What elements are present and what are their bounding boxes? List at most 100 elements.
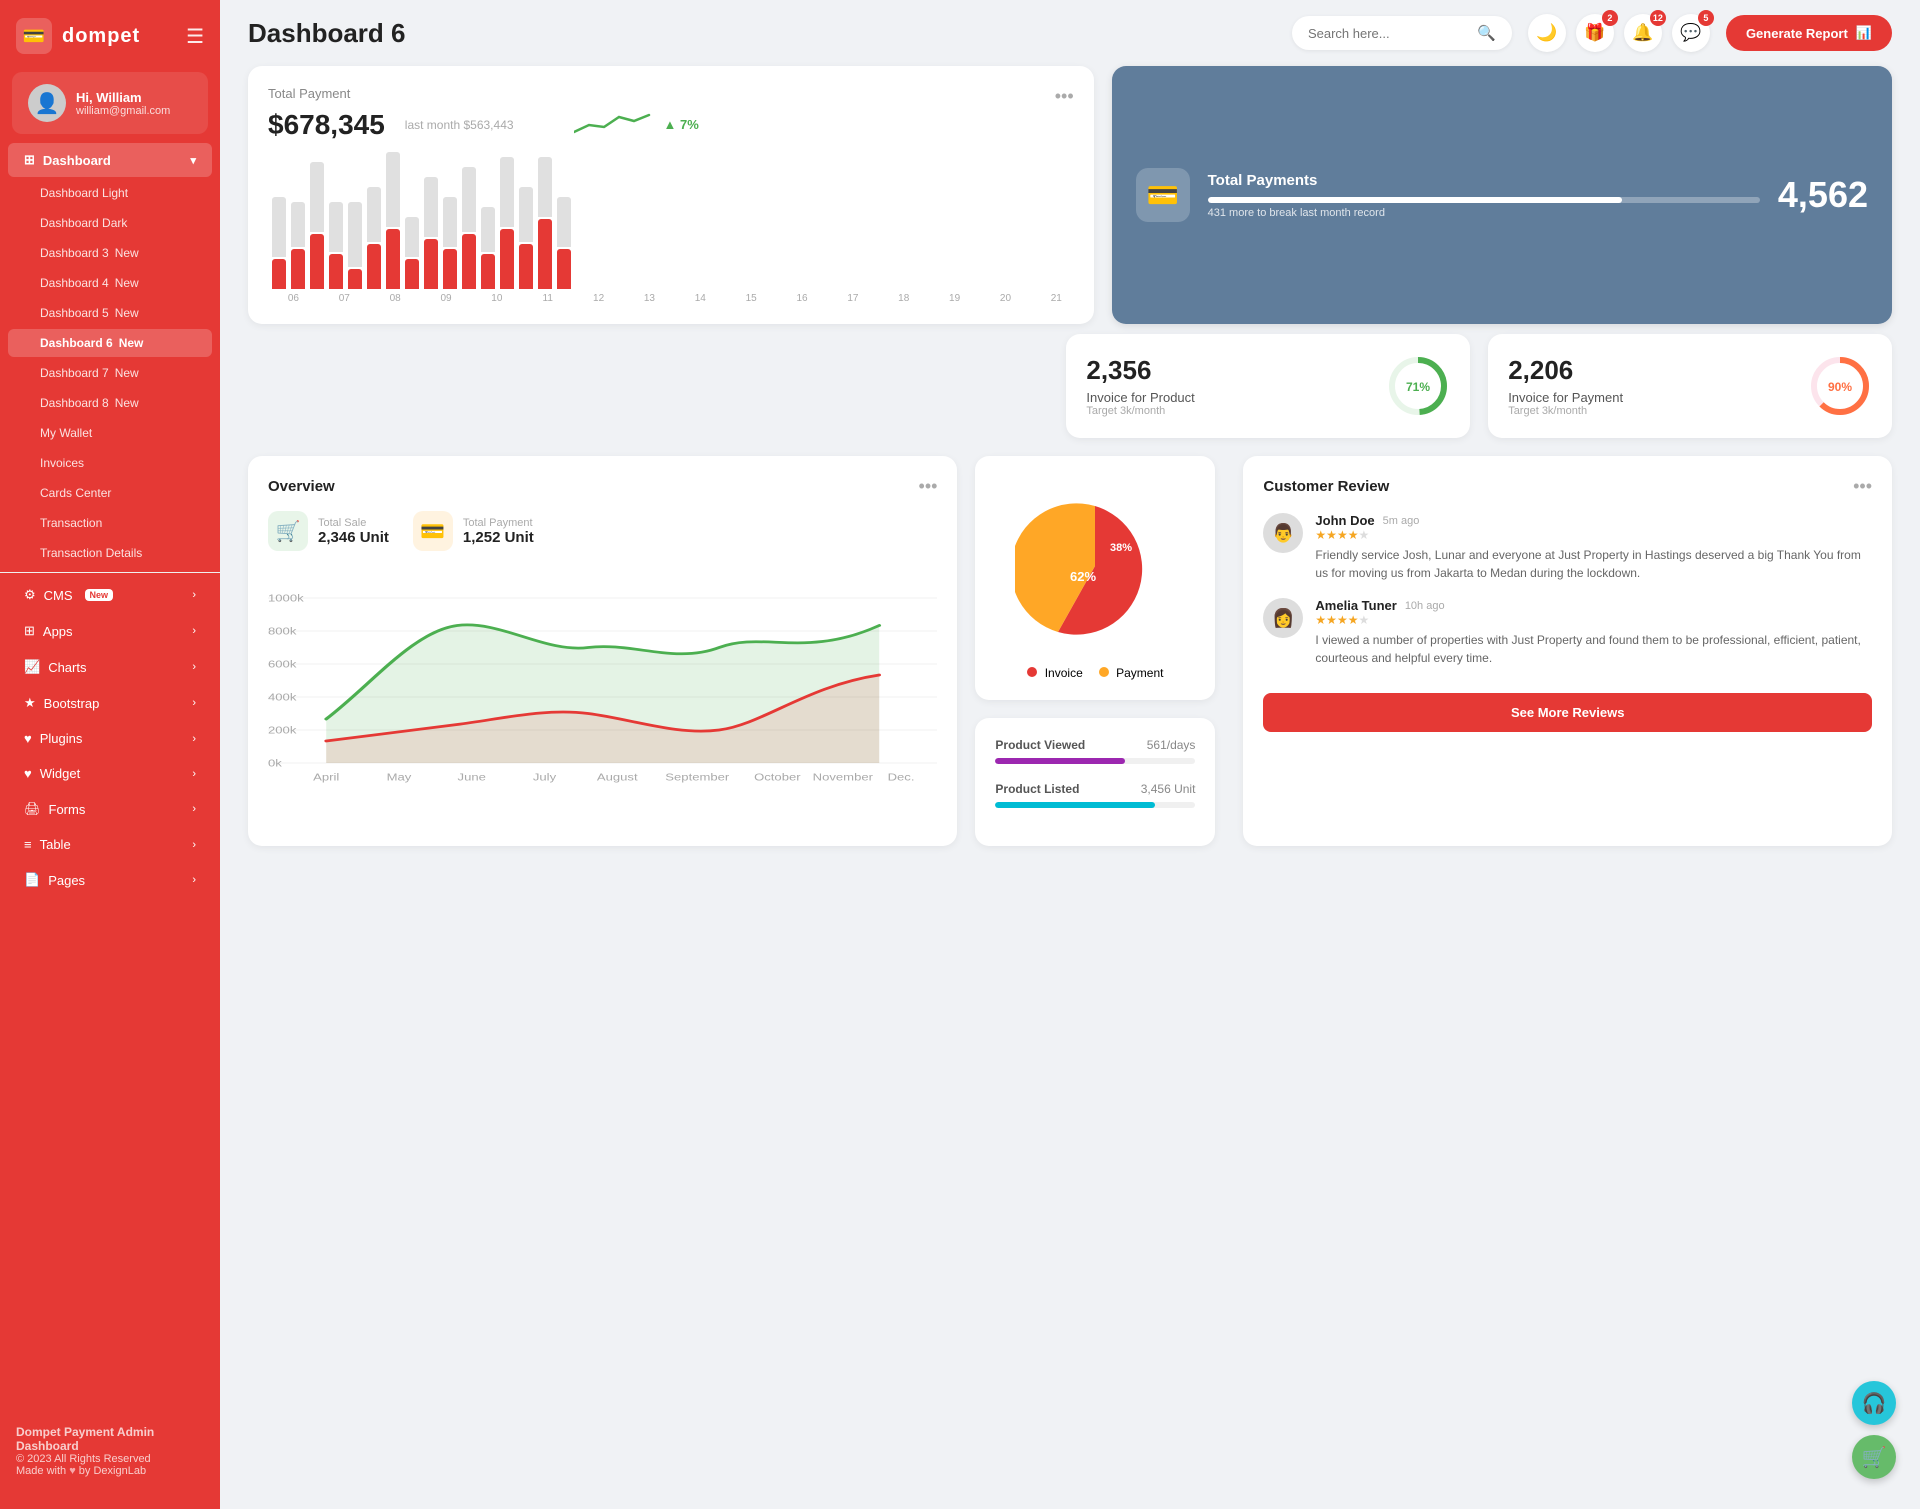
total-payment-sub: last month $563,443 (405, 118, 514, 132)
row-invoices: 2,356 Invoice for Product Target 3k/mont… (248, 334, 1892, 438)
sidebar-item-label: Dashboard Dark (40, 216, 127, 230)
sidebar-item-apps[interactable]: ⊞ Apps › (8, 614, 212, 648)
chevron-right-icon: › (192, 589, 196, 601)
message-button[interactable]: 💬 5 (1672, 14, 1710, 52)
sidebar-item-bootstrap[interactable]: ★ Bootstrap › (8, 686, 212, 720)
sidebar-item-invoices[interactable]: Invoices (8, 449, 212, 477)
sidebar-item-table[interactable]: ≡ Table › (8, 828, 212, 861)
sidebar-item-transaction-details[interactable]: Transaction Details (8, 539, 212, 567)
reviewer-avatar-1: 👨 (1263, 513, 1303, 553)
more-options-icon[interactable]: ••• (1055, 86, 1074, 107)
chevron-right-icon: › (192, 803, 196, 815)
hamburger-icon[interactable]: ☰ (186, 24, 204, 49)
invoice-product-label: Invoice for Product (1086, 390, 1370, 405)
support-fab[interactable]: 🎧 (1852, 1381, 1896, 1425)
search-bar[interactable]: 🔍 (1292, 16, 1512, 50)
see-more-reviews-button[interactable]: See More Reviews (1263, 693, 1872, 732)
sidebar-item-cms[interactable]: ⚙ CMS New › (8, 578, 212, 612)
review-content-2: Amelia Tuner 10h ago ★★★★★ I viewed a nu… (1315, 598, 1872, 667)
red-bar (386, 229, 400, 289)
svg-text:200k: 200k (268, 725, 297, 736)
dashboard-icon: ⊞ (24, 152, 35, 168)
bar-group (481, 207, 495, 289)
bar-group (386, 152, 400, 289)
sidebar-item-dashboard-3[interactable]: Dashboard 3 New (8, 239, 212, 267)
sidebar-item-dashboard-7[interactable]: Dashboard 7 New (8, 359, 212, 387)
payment-legend: Payment (1099, 666, 1164, 680)
chevron-right-icon: › (192, 625, 196, 637)
sidebar-item-dashboard-dark[interactable]: Dashboard Dark (8, 209, 212, 237)
sidebar-item-plugins[interactable]: ♥ Plugins › (8, 722, 212, 755)
sidebar-item-dashboard-5[interactable]: Dashboard 5 New (8, 299, 212, 327)
svg-text:November: November (813, 772, 873, 783)
gray-bar (291, 202, 305, 247)
red-bar (538, 219, 552, 289)
sidebar-item-dashboard-6[interactable]: Dashboard 6 New (8, 329, 212, 357)
sidebar-item-my-wallet[interactable]: My Wallet (8, 419, 212, 447)
gray-bar (500, 157, 514, 227)
chart-label: 10 (479, 293, 514, 304)
sidebar-item-cards-center[interactable]: Cards Center (8, 479, 212, 507)
user-profile[interactable]: 👤 Hi, William william@gmail.com (12, 72, 208, 134)
invoice-legend-dot (1027, 667, 1037, 677)
sidebar-item-label: Bootstrap (44, 696, 100, 711)
bar-group (272, 197, 286, 289)
sidebar-item-label: Dashboard 6 (40, 336, 113, 350)
bar-group (329, 202, 343, 289)
sidebar-item-label: Widget (40, 766, 80, 781)
sidebar-item-dashboard-4[interactable]: Dashboard 4 New (8, 269, 212, 297)
bar-group (424, 177, 438, 289)
new-badge: New (115, 276, 139, 290)
product-viewed-value: 561/days (1147, 738, 1196, 752)
bar-group (500, 157, 514, 289)
red-bar (519, 244, 533, 289)
overview-more-icon[interactable]: ••• (919, 476, 938, 497)
logo-icon: 💳 (16, 18, 52, 54)
gray-bar (329, 202, 343, 252)
sidebar-item-dashboard-8[interactable]: Dashboard 8 New (8, 389, 212, 417)
gray-bar (481, 207, 495, 252)
red-bar (329, 254, 343, 289)
sidebar-item-forms[interactable]: 🖨 Forms › (8, 792, 212, 826)
sidebar-item-transaction[interactable]: Transaction (8, 509, 212, 537)
sidebar-item-pages[interactable]: 📄 Pages › (8, 863, 212, 897)
dark-mode-button[interactable]: 🌙 (1528, 14, 1566, 52)
new-badge: New (119, 336, 144, 350)
bell-button[interactable]: 🔔 12 (1624, 14, 1662, 52)
blue-card-title: Total Payments (1208, 172, 1760, 189)
review-text-2: I viewed a number of properties with Jus… (1315, 631, 1872, 667)
sidebar-logo: 💳 dompet ☰ (0, 0, 220, 72)
red-bar (557, 249, 571, 289)
sidebar-item-charts[interactable]: 📈 Charts › (8, 650, 212, 684)
fab-container: 🎧 🛒 (1852, 1381, 1896, 1479)
sidebar-item-widget[interactable]: ♥ Widget › (8, 757, 212, 790)
sidebar-item-dashboard-light[interactable]: Dashboard Light (8, 179, 212, 207)
invoice-product-card: 2,356 Invoice for Product Target 3k/mont… (1066, 334, 1470, 438)
reviewer-stars-1: ★★★★★ (1315, 528, 1872, 542)
generate-report-button[interactable]: Generate Report 📊 (1726, 15, 1892, 51)
gift-button[interactable]: 🎁 2 (1576, 14, 1614, 52)
footer-copyright: © 2023 All Rights Reserved (16, 1453, 204, 1465)
sidebar: 💳 dompet ☰ 👤 Hi, William william@gmail.c… (0, 0, 220, 1509)
gray-bar (519, 187, 533, 242)
svg-text:400k: 400k (268, 692, 297, 703)
review-more-icon[interactable]: ••• (1853, 476, 1872, 497)
avatar: 👤 (28, 84, 66, 122)
moon-icon: 🌙 (1536, 23, 1557, 43)
red-bar (291, 249, 305, 289)
search-input[interactable] (1308, 26, 1469, 41)
total-sale-label: Total Sale (318, 517, 389, 529)
sidebar-item-dashboard[interactable]: ⊞ Dashboard ▾ (8, 143, 212, 177)
right-column: 62% 38% Invoice Payment (975, 456, 1225, 846)
pie-chart-card: 62% 38% Invoice Payment (975, 456, 1215, 700)
new-badge: New (115, 306, 139, 320)
gray-bar (538, 157, 552, 217)
reviewer-avatar-2: 👩 (1263, 598, 1303, 638)
gray-bar (462, 167, 476, 232)
red-bar (424, 239, 438, 289)
bootstrap-icon: ★ (24, 695, 36, 711)
bar-group (348, 202, 362, 289)
product-listed-header: Product Listed 3,456 Unit (995, 782, 1195, 796)
cart-fab[interactable]: 🛒 (1852, 1435, 1896, 1479)
svg-text:0k: 0k (268, 758, 282, 769)
